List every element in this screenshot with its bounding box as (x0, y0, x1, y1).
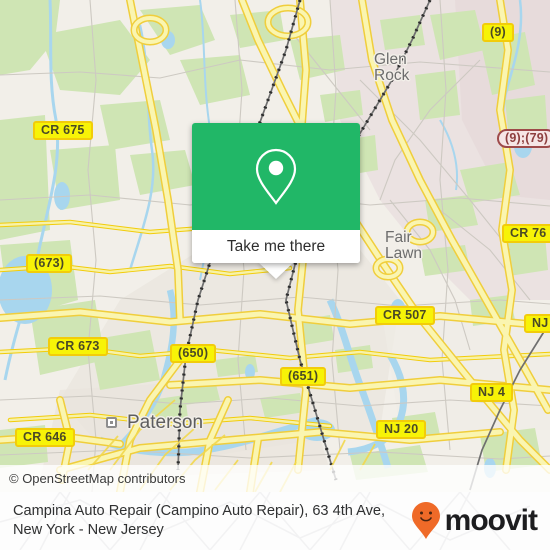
moovit-pin-icon (411, 502, 440, 539)
moovit-wordmark: moovit (444, 504, 538, 537)
location-title: Campina Auto Repair (Campino Auto Repair… (13, 502, 386, 538)
shield-673[interactable]: (673) (26, 254, 73, 273)
city-dot-paterson (106, 417, 117, 428)
shield-9[interactable]: (9) (482, 23, 514, 42)
shield-nj-4[interactable]: NJ 4 (470, 383, 514, 402)
take-me-there-button[interactable]: Take me there (192, 230, 360, 263)
osm-attribution-bar: © OpenStreetMap contributors (0, 465, 550, 492)
popup-pin-panel (192, 123, 360, 230)
take-me-there-label: Take me there (226, 237, 326, 255)
popup-pointer-tail (258, 262, 294, 279)
shield-cr-646[interactable]: CR 646 (15, 428, 75, 447)
shield-9-79[interactable]: (9);(79) (497, 129, 550, 148)
shield-651[interactable]: (651) (280, 367, 327, 386)
location-popup-card[interactable]: Take me there (192, 123, 360, 263)
footer-bar: Campina Auto Repair (Campino Auto Repair… (0, 492, 550, 550)
shield-nj-20[interactable]: NJ 20 (376, 420, 427, 439)
moovit-map-screenshot: Glen Rock Fair Lawn Paterson CR 675 (9) … (0, 0, 550, 550)
shield-cr-507[interactable]: CR 507 (375, 306, 435, 325)
moovit-brand[interactable]: moovit (411, 501, 550, 541)
shield-nj-20-right[interactable]: NJ 20 (524, 314, 550, 333)
shield-650[interactable]: (650) (170, 344, 217, 363)
osm-attribution-text[interactable]: © OpenStreetMap contributors (0, 471, 186, 486)
shield-cr-675[interactable]: CR 675 (33, 121, 93, 140)
map-pin-icon (255, 148, 297, 205)
shield-cr-673[interactable]: CR 673 (48, 337, 108, 356)
shield-cr-76[interactable]: CR 76 (502, 224, 550, 243)
